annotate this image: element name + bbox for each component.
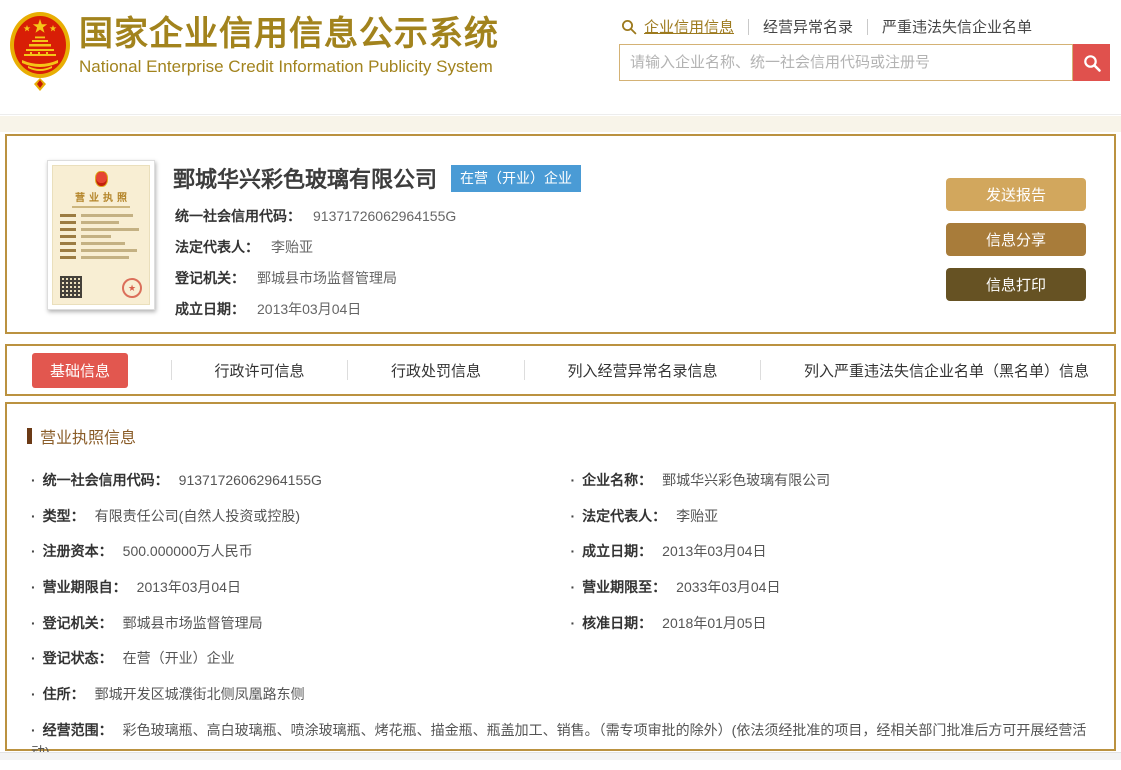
- company-summary-card: 营业执照 ★ 鄄城华兴彩色玻璃有限公司 在营（开业）企业 统一社会信用代码： 91: [5, 134, 1116, 334]
- license-text-line: [60, 249, 142, 252]
- company-summary-fields: 统一社会信用代码： 91371726062964155G 法定代表人： 李贻亚 登记…: [173, 206, 946, 319]
- license-title: 营业执照: [75, 193, 131, 204]
- title-block: 国家企业信用信息公示系统 National Enterprise Credit …: [79, 6, 499, 77]
- field-business-scope: 经营范围：彩色玻璃瓶、高白玻璃瓶、喷涂玻璃瓶、烤花瓶、描金瓶、瓶盖加工、销售。（…: [27, 712, 1092, 770]
- search-tab-abnormal-operations[interactable]: 经营异常名录: [763, 16, 853, 37]
- company-info: 鄄城华兴彩色玻璃有限公司 在营（开业）企业 统一社会信用代码： 913717260…: [173, 160, 946, 332]
- field-legal-representative: 法定代表人：李贻亚: [175, 239, 313, 255]
- section-title-bar: [27, 428, 32, 444]
- info-share-button[interactable]: 信息分享: [946, 223, 1086, 256]
- separator: [748, 18, 750, 35]
- license-subline: [72, 206, 130, 208]
- site-header: 国家企业信用信息公示系统 National Enterprise Credit …: [0, 0, 1121, 115]
- field-registration-authority: 登记机关：鄄城县市场监督管理局: [27, 605, 553, 641]
- company-name: 鄄城华兴彩色玻璃有限公司: [173, 167, 438, 192]
- info-print-button[interactable]: 信息打印: [946, 268, 1086, 301]
- business-license-thumbnail[interactable]: 营业执照 ★: [47, 160, 155, 310]
- license-text-line: [60, 242, 142, 245]
- field-approval-date: 核准日期：2018年01月05日: [567, 605, 1093, 641]
- site-title: 国家企业信用信息公示系统: [79, 15, 499, 53]
- license-text-line: [60, 221, 142, 224]
- license-emblem-icon: [94, 171, 108, 187]
- red-seal-icon: ★: [122, 278, 142, 298]
- tab-administrative-licensing[interactable]: 行政许可信息: [214, 360, 304, 381]
- field-term-end: 营业期限至：2033年03月04日: [567, 569, 1093, 605]
- section-title: 营业执照信息: [27, 424, 1092, 448]
- company-name-row: 鄄城华兴彩色玻璃有限公司 在营（开业）企业: [173, 162, 946, 194]
- field-term-start: 营业期限自：2013年03月04日: [27, 569, 553, 605]
- tab-administrative-penalty[interactable]: 行政处罚信息: [391, 360, 481, 381]
- field-establishment-date: 成立日期：2013年03月04日: [175, 301, 362, 317]
- separator: [867, 18, 869, 35]
- field-establishment-date: 成立日期：2013年03月04日: [567, 533, 1093, 569]
- separator: [170, 360, 172, 380]
- license-text-line: [60, 214, 142, 217]
- field-address: 住所：鄄城开发区城濮街北侧凤凰路东侧: [27, 676, 1092, 712]
- action-buttons: 发送报告 信息分享 信息打印: [946, 160, 1086, 332]
- decorative-band: [0, 116, 1121, 132]
- field-company-name: 企业名称：鄄城华兴彩色玻璃有限公司: [567, 462, 1093, 498]
- field-registration-authority: 登记机关：鄄城县市场监督管理局: [175, 270, 397, 286]
- section-title-text: 营业执照信息: [40, 430, 137, 447]
- national-emblem-logo: [8, 8, 72, 92]
- search-area: 企业信用信息 经营异常名录 严重违法失信企业名单: [619, 6, 1115, 81]
- field-registered-capital: 注册资本：500.000000万人民币: [27, 533, 553, 569]
- business-license-image: 营业执照 ★: [52, 165, 150, 305]
- tab-serious-violations-blacklist[interactable]: 列入严重违法失信企业名单（黑名单）信息: [804, 360, 1089, 381]
- search-tab-serious-violations[interactable]: 严重违法失信企业名单: [882, 16, 1032, 37]
- field-credit-code: 统一社会信用代码：91371726062964155G: [175, 208, 457, 224]
- license-text-line: [60, 256, 142, 259]
- detail-tabs-bar: 基础信息 行政许可信息 行政处罚信息 列入经营异常名录信息 列入严重违法失信企业…: [5, 344, 1116, 396]
- field-registration-status: 登记状态：在营（开业）企业: [27, 640, 553, 676]
- separator: [760, 360, 762, 380]
- field-credit-code: 统一社会信用代码：91371726062964155G: [27, 462, 553, 498]
- search-row: [619, 44, 1115, 81]
- qr-code-icon: [60, 276, 82, 298]
- search-scope-tabs: 企业信用信息 经营异常名录 严重违法失信企业名单: [621, 16, 1115, 37]
- tab-abnormal-operations-list[interactable]: 列入经营异常名录信息: [567, 360, 717, 381]
- separator: [523, 360, 525, 380]
- license-text-line: [60, 228, 142, 231]
- separator: [347, 360, 349, 380]
- field-legal-representative: 法定代表人：李贻亚: [567, 498, 1093, 534]
- footer-band: [0, 752, 1121, 760]
- license-fields-grid: 统一社会信用代码：91371726062964155G 企业名称：鄄城华兴彩色玻…: [27, 462, 1092, 770]
- search-input[interactable]: [619, 44, 1073, 81]
- site-subtitle: National Enterprise Credit Information P…: [79, 56, 493, 76]
- license-bottom-row: ★: [60, 276, 142, 298]
- license-info-card: 营业执照信息 统一社会信用代码：91371726062964155G 企业名称：…: [5, 402, 1116, 760]
- license-text-line: [60, 235, 142, 238]
- search-button-icon: [1083, 54, 1101, 72]
- national-emblem-icon: [10, 12, 70, 91]
- license-text-lines: [60, 214, 142, 259]
- send-report-button[interactable]: 发送报告: [946, 178, 1086, 211]
- tab-basic-info[interactable]: 基础信息: [32, 352, 129, 388]
- field-company-type: 类型：有限责任公司(自然人投资或控股): [27, 498, 553, 534]
- search-button[interactable]: [1073, 44, 1110, 81]
- status-badge: 在营（开业）企业: [451, 164, 582, 192]
- search-icon: [621, 19, 637, 35]
- search-tab-enterprise-credit[interactable]: 企业信用信息: [644, 16, 734, 37]
